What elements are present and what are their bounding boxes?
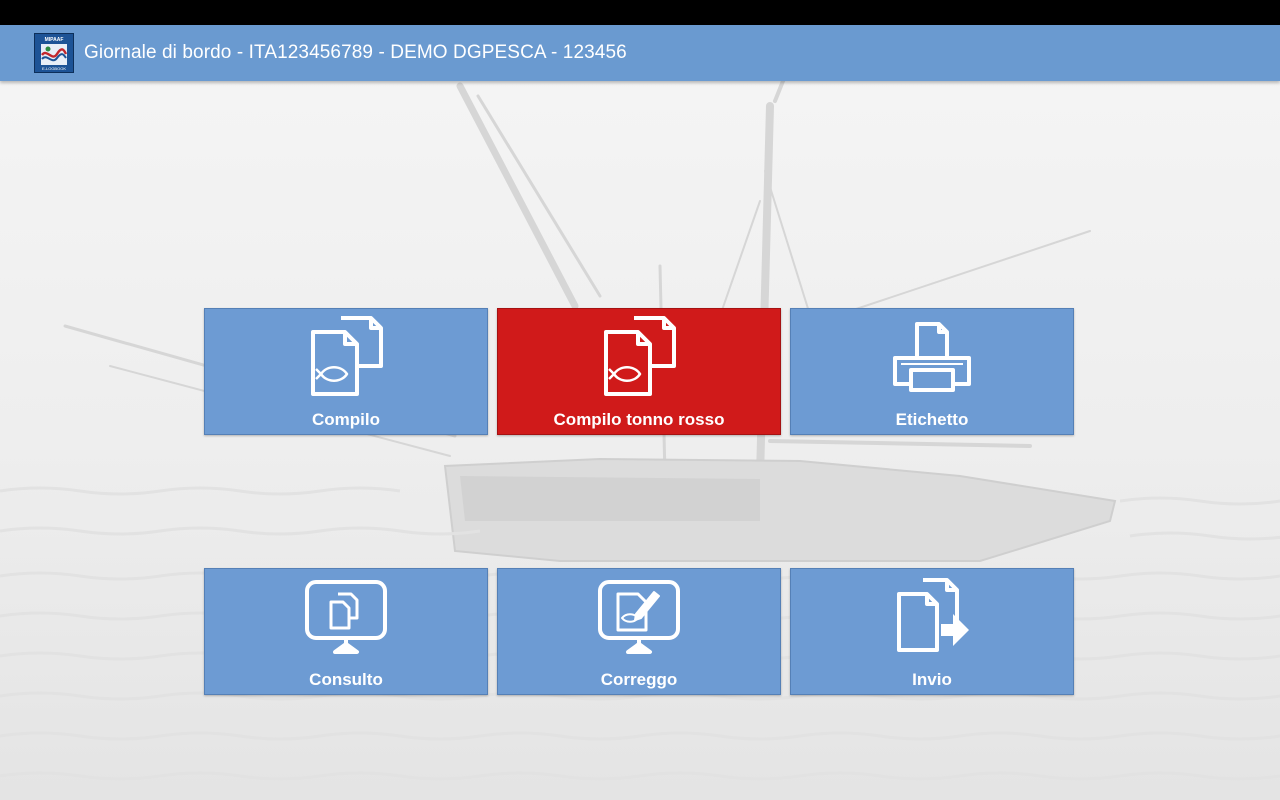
tile-label: Correggo: [600, 670, 678, 689]
app-title: Giornale di bordo - ITA123456789 - DEMO …: [84, 42, 627, 63]
tile-label: Etichetto: [895, 410, 969, 429]
monitor-documents-icon: [301, 574, 391, 658]
app-bar: MIPAAF E-LOGBOOK Giornale di bordo - ITA…: [0, 25, 1280, 81]
tile-label: Invio: [912, 670, 952, 689]
etichetto-tile[interactable]: Etichetto: [790, 308, 1074, 435]
monitor-edit-icon: [594, 574, 684, 658]
svg-text:E-LOGBOOK: E-LOGBOOK: [42, 66, 66, 71]
compilo-tonno-rosso-tile[interactable]: Compilo tonno rosso: [497, 308, 781, 435]
svg-text:MIPAAF: MIPAAF: [45, 37, 64, 43]
compilo-tile[interactable]: Compilo: [204, 308, 488, 435]
fish-documents-icon: [594, 314, 684, 398]
send-documents-icon: [887, 574, 977, 658]
consulto-tile[interactable]: Consulto: [204, 568, 488, 695]
fish-documents-icon: [301, 314, 391, 398]
printer-icon: [887, 314, 977, 398]
tile-label: Compilo tonno rosso: [553, 410, 725, 429]
invio-tile[interactable]: Invio: [790, 568, 1074, 695]
correggo-tile[interactable]: Correggo: [497, 568, 781, 695]
system-status-bar: [0, 0, 1280, 25]
app-screen: MIPAAF E-LOGBOOK Giornale di bordo - ITA…: [0, 0, 1280, 800]
mipaaf-logo: MIPAAF E-LOGBOOK: [34, 33, 74, 73]
tile-label: Compilo: [312, 410, 380, 429]
tile-label: Consulto: [309, 670, 383, 689]
